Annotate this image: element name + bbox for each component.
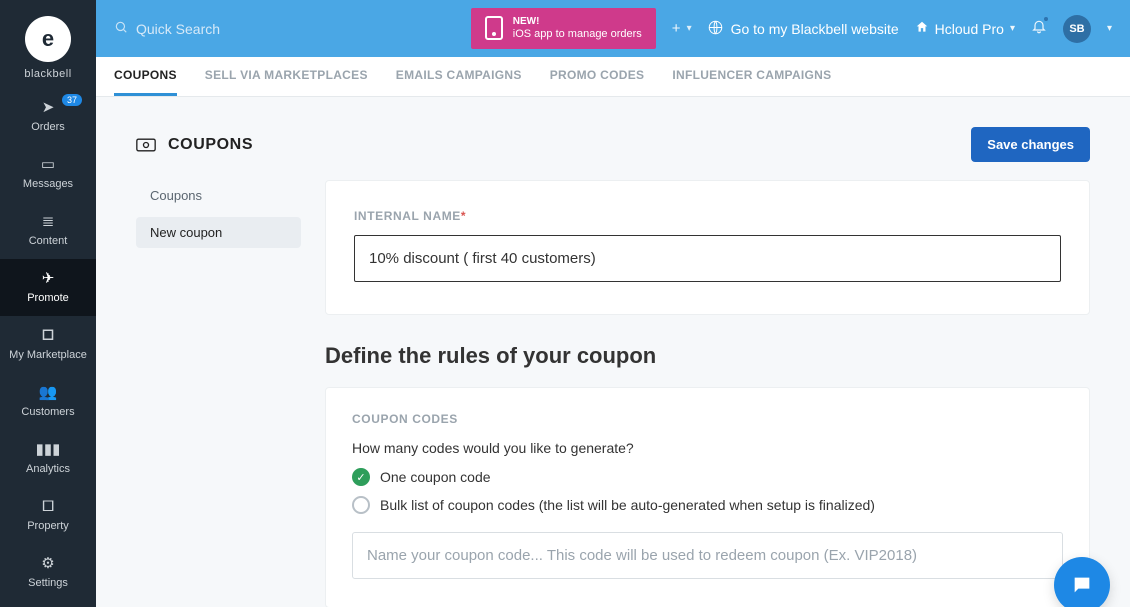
plus-icon: +: [672, 20, 681, 37]
internal-name-label: INTERNAL NAME*: [354, 209, 1061, 223]
subnav: Coupons New coupon: [136, 180, 301, 248]
sidebar-item-analytics[interactable]: ▮▮▮ Analytics: [0, 430, 96, 487]
search-icon: [114, 20, 128, 37]
tab-coupons[interactable]: COUPONS: [114, 57, 177, 96]
save-changes-button[interactable]: Save changes: [971, 127, 1090, 162]
subnav-label: New coupon: [150, 225, 222, 240]
brand-logo[interactable]: e: [25, 16, 71, 62]
phone-icon: [485, 16, 503, 40]
coupon-codes-label: COUPON CODES: [352, 412, 1063, 426]
sidebar: e blackbell 37 ➤ Orders ▭ Messages ≣ Con…: [0, 0, 96, 607]
tab-promo-codes[interactable]: PROMO CODES: [550, 57, 645, 96]
sidebar-item-label: My Marketplace: [4, 349, 92, 361]
home-icon: [915, 20, 929, 37]
tabs: COUPONS SELL VIA MARKETPLACES EMAILS CAM…: [96, 57, 1130, 97]
sidebar-nav: 37 ➤ Orders ▭ Messages ≣ Content ✈ Promo…: [0, 88, 96, 601]
notifications-button[interactable]: [1031, 18, 1047, 39]
sidebar-item-label: Customers: [4, 406, 92, 418]
sidebar-item-orders[interactable]: 37 ➤ Orders: [0, 88, 96, 145]
field-label-text: INTERNAL NAME: [354, 209, 461, 223]
globe-icon: [708, 20, 723, 38]
tab-label: PROMO CODES: [550, 68, 645, 82]
laptop-icon: ▭: [4, 157, 92, 172]
chat-icon: [1071, 574, 1093, 596]
brand-name: blackbell: [24, 68, 71, 80]
subnav-label: Coupons: [150, 188, 202, 203]
brand: e blackbell: [24, 0, 71, 88]
sidebar-item-label: Promote: [4, 292, 92, 304]
tab-label: INFLUENCER CAMPAIGNS: [672, 68, 831, 82]
search-input[interactable]: Quick Search: [114, 20, 220, 37]
codes-question: How many codes would you like to generat…: [352, 440, 1063, 456]
coupon-icon: [136, 138, 156, 152]
tab-influencer-campaigns[interactable]: INFLUENCER CAMPAIGNS: [672, 57, 831, 96]
account-menu[interactable]: Hcloud Pro ▾: [915, 20, 1015, 37]
account-label: Hcloud Pro: [935, 21, 1004, 37]
briefcase-icon: 🞑: [4, 328, 92, 343]
sidebar-item-promote[interactable]: ✈ Promote: [0, 259, 96, 316]
option-one-coupon-code[interactable]: ✓ One coupon code: [352, 468, 1063, 486]
users-icon: 👥: [4, 385, 92, 400]
sidebar-item-label: Messages: [4, 178, 92, 190]
tab-label: COUPONS: [114, 68, 177, 82]
search-placeholder: Quick Search: [136, 21, 220, 37]
sidebar-item-content[interactable]: ≣ Content: [0, 202, 96, 259]
internal-name-input[interactable]: [354, 235, 1061, 282]
main: Quick Search NEW! iOS app to manage orde…: [96, 0, 1130, 607]
avatar-initials: SB: [1069, 23, 1084, 35]
promo-sub-label: iOS app to manage orders: [513, 28, 642, 41]
sidebar-item-my-marketplace[interactable]: 🞑 My Marketplace: [0, 316, 96, 373]
sidebar-item-label: Analytics: [4, 463, 92, 475]
chevron-down-icon: ▾: [687, 23, 692, 34]
go-to-website-label: Go to my Blackbell website: [731, 21, 899, 37]
coupon-codes-panel: COUPON CODES How many codes would you li…: [325, 387, 1090, 607]
new-ios-app-promo[interactable]: NEW! iOS app to manage orders: [471, 8, 656, 48]
content: COUPONS Save changes Coupons New coupon …: [96, 97, 1130, 607]
avatar[interactable]: SB: [1063, 15, 1091, 43]
go-to-website-link[interactable]: Go to my Blackbell website: [708, 20, 899, 38]
sidebar-item-property[interactable]: 🞐 Property: [0, 487, 96, 544]
topbar: Quick Search NEW! iOS app to manage orde…: [96, 0, 1130, 57]
notification-dot-icon: [1043, 16, 1049, 22]
subnav-coupons[interactable]: Coupons: [136, 180, 301, 211]
tab-label: EMAILS CAMPAIGNS: [396, 68, 522, 82]
paper-plane-icon: ✈: [4, 271, 92, 286]
tab-label: SELL VIA MARKETPLACES: [205, 68, 368, 82]
chat-button[interactable]: [1054, 557, 1110, 607]
sidebar-item-label: Orders: [4, 121, 92, 133]
coupon-code-input[interactable]: [352, 532, 1063, 579]
radio-checked-icon: ✓: [352, 468, 370, 486]
subnav-new-coupon[interactable]: New coupon: [136, 217, 301, 248]
required-asterisk: *: [461, 209, 466, 223]
rules-title: Define the rules of your coupon: [325, 343, 1090, 369]
tab-emails-campaigns[interactable]: EMAILS CAMPAIGNS: [396, 57, 522, 96]
sidebar-item-messages[interactable]: ▭ Messages: [0, 145, 96, 202]
promo-new-label: NEW!: [513, 16, 642, 28]
option-label: One coupon code: [380, 469, 491, 485]
chart-icon: ▮▮▮: [4, 442, 92, 457]
tab-sell-via-marketplaces[interactable]: SELL VIA MARKETPLACES: [205, 57, 368, 96]
sidebar-item-customers[interactable]: 👥 Customers: [0, 373, 96, 430]
page-head: COUPONS Save changes: [136, 127, 1090, 162]
page-title: COUPONS: [168, 136, 253, 154]
option-label: Bulk list of coupon codes (the list will…: [380, 497, 875, 513]
sidebar-item-label: Content: [4, 235, 92, 247]
gear-icon: ⚙: [4, 556, 92, 571]
sidebar-item-label: Property: [4, 520, 92, 532]
brand-logo-text: e: [42, 26, 54, 52]
internal-name-panel: INTERNAL NAME*: [325, 180, 1090, 315]
sidebar-item-settings[interactable]: ⚙ Settings: [0, 544, 96, 601]
sidebar-item-label: Settings: [4, 577, 92, 589]
option-bulk-coupon-codes[interactable]: Bulk list of coupon codes (the list will…: [352, 496, 1063, 514]
chevron-down-icon[interactable]: ▾: [1107, 23, 1112, 34]
add-menu[interactable]: + ▾: [672, 20, 692, 37]
book-icon: ≣: [4, 214, 92, 229]
building-icon: 🞐: [4, 499, 92, 514]
radio-unchecked-icon: [352, 496, 370, 514]
orders-badge: 37: [62, 94, 82, 106]
chevron-down-icon: ▾: [1010, 23, 1015, 34]
